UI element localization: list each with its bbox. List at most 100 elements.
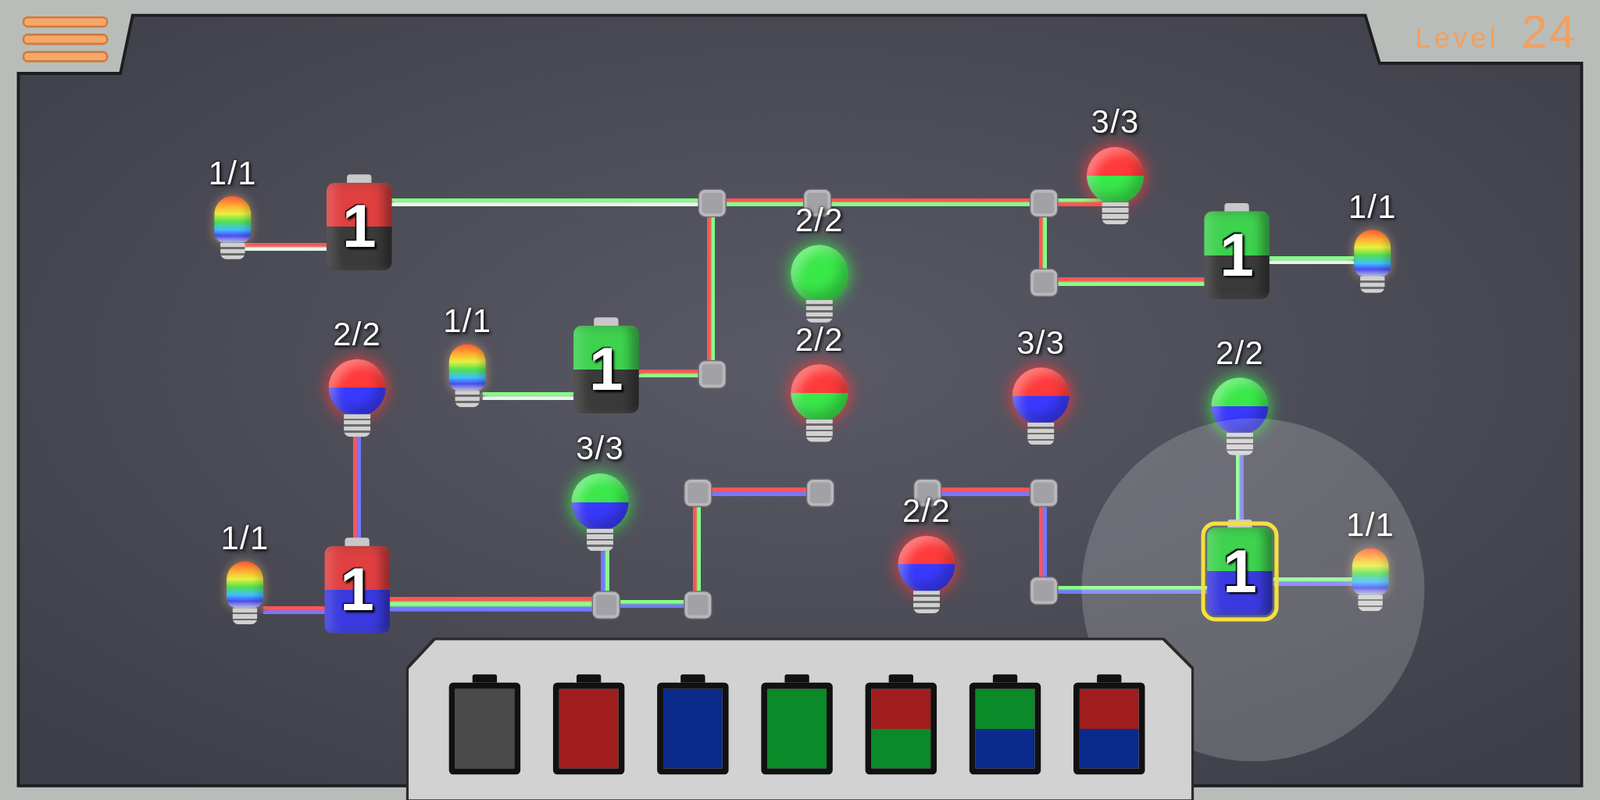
wire-stripe — [357, 428, 362, 552]
wire — [708, 202, 715, 374]
wire-stripe — [232, 242, 329, 247]
level-indicator: Level 24 — [1414, 3, 1578, 60]
wire-stripe — [484, 396, 574, 400]
bulb-base-icon — [1027, 422, 1054, 446]
bulb-count: 3/3 — [1091, 103, 1140, 142]
wire-stripe — [392, 197, 712, 202]
wire — [354, 428, 361, 552]
game-canvas: 1/1 1/1 1/1 1/1 1/1 2/2 2/2 2/2 3/3 3/3 … — [0, 0, 1600, 800]
wire — [484, 393, 574, 400]
wire-stripe — [1270, 255, 1352, 260]
bulb-base-icon — [806, 419, 833, 443]
battery-body[interactable]: 1 — [1207, 527, 1273, 615]
wire-stripe — [389, 607, 606, 611]
wire-stripe — [484, 391, 574, 396]
wire-stripe — [696, 487, 820, 492]
level-number: 24 — [1521, 3, 1578, 60]
wire-stripe — [389, 596, 606, 601]
bulb-base-icon — [586, 528, 614, 552]
bulb-base-icon — [1102, 202, 1129, 225]
wire — [1042, 278, 1207, 285]
bulb-count: 2/2 — [1215, 334, 1265, 372]
wire — [389, 599, 606, 610]
wire-stripe — [1042, 590, 1207, 595]
junction — [1029, 576, 1059, 606]
wire — [694, 492, 700, 605]
junction — [683, 590, 713, 620]
menu-icon[interactable] — [22, 16, 109, 63]
bulb-base-icon — [806, 300, 833, 323]
palette-battery[interactable] — [760, 674, 833, 775]
battery-value: 1 — [342, 196, 377, 258]
wire — [816, 199, 1043, 205]
wire-stripe — [816, 197, 1043, 202]
wire-stripe — [692, 492, 697, 605]
battery-body[interactable]: 1 — [573, 325, 640, 414]
wire-stripe — [697, 492, 702, 605]
wire — [1042, 587, 1207, 593]
wire-stripe — [816, 202, 1043, 207]
palette-battery[interactable] — [969, 674, 1041, 775]
palette-battery[interactable] — [865, 674, 937, 775]
wire-stripe — [389, 602, 606, 607]
palette-battery[interactable] — [449, 674, 521, 775]
bulb-base-icon — [220, 242, 245, 260]
wire — [819, 491, 927, 493]
wire-stripe — [706, 202, 711, 374]
wire — [1237, 449, 1243, 526]
bulb-count: 1/1 — [1346, 506, 1395, 544]
bulb-base-icon — [1226, 432, 1254, 456]
wire — [392, 199, 712, 205]
palette-battery[interactable] — [1073, 674, 1145, 775]
junction — [1029, 268, 1059, 298]
color-bulb-icon — [571, 473, 629, 531]
bulb-base-icon — [1360, 276, 1385, 293]
junction — [1029, 189, 1059, 218]
wire-stripe — [392, 202, 712, 207]
rainbow-bulb-icon — [214, 196, 251, 243]
palette-battery[interactable] — [657, 674, 729, 775]
bulb-count: 2/2 — [795, 321, 844, 359]
junction — [1029, 478, 1059, 508]
wire-stripe — [232, 247, 329, 252]
wire — [1275, 578, 1353, 585]
bulb-count: 2/2 — [332, 315, 382, 354]
bulb-count: 2/2 — [902, 492, 951, 530]
battery-body[interactable]: 1 — [324, 546, 390, 634]
bulb-base-icon — [232, 607, 258, 625]
wire-stripe — [265, 605, 327, 610]
battery-tray — [406, 637, 1194, 800]
wire — [696, 489, 820, 495]
battery-value: 1 — [589, 339, 624, 400]
color-bulb-icon — [1210, 377, 1268, 435]
palette-battery[interactable] — [553, 674, 625, 775]
color-bulb-icon — [1086, 146, 1144, 204]
bulb-count: 3/3 — [575, 430, 625, 468]
rainbow-bulb-icon — [449, 343, 486, 391]
wire — [232, 244, 329, 250]
wire-stripe — [1240, 449, 1245, 526]
bulb-base-icon — [1357, 594, 1383, 611]
bulb-base-icon — [455, 390, 480, 408]
color-bulb-icon — [790, 364, 848, 422]
level-label: Level — [1414, 22, 1499, 56]
wire-stripe — [1042, 282, 1207, 286]
rainbow-bulb-icon — [226, 560, 264, 608]
battery-body[interactable]: 1 — [1203, 210, 1270, 299]
bulb-count: 1/1 — [220, 519, 269, 558]
color-bulb-icon — [790, 244, 848, 302]
wire-stripe — [1042, 585, 1207, 590]
color-bulb-icon — [1012, 367, 1070, 425]
bulb-base-icon — [913, 590, 940, 614]
wire — [1270, 257, 1352, 264]
junction — [697, 189, 727, 218]
battery-body[interactable]: 1 — [326, 182, 393, 271]
wire-stripe — [1275, 577, 1353, 582]
wire-stripe — [710, 197, 817, 202]
junction — [592, 590, 622, 620]
bulb-count: 1/1 — [1348, 188, 1397, 226]
rainbow-bulb-icon — [1352, 547, 1390, 595]
wire-stripe — [1235, 449, 1240, 526]
bulb-count: 3/3 — [1016, 324, 1065, 362]
game-screen: 1/1 1/1 1/1 1/1 1/1 2/2 2/2 2/2 3/3 3/3 … — [0, 0, 1600, 800]
